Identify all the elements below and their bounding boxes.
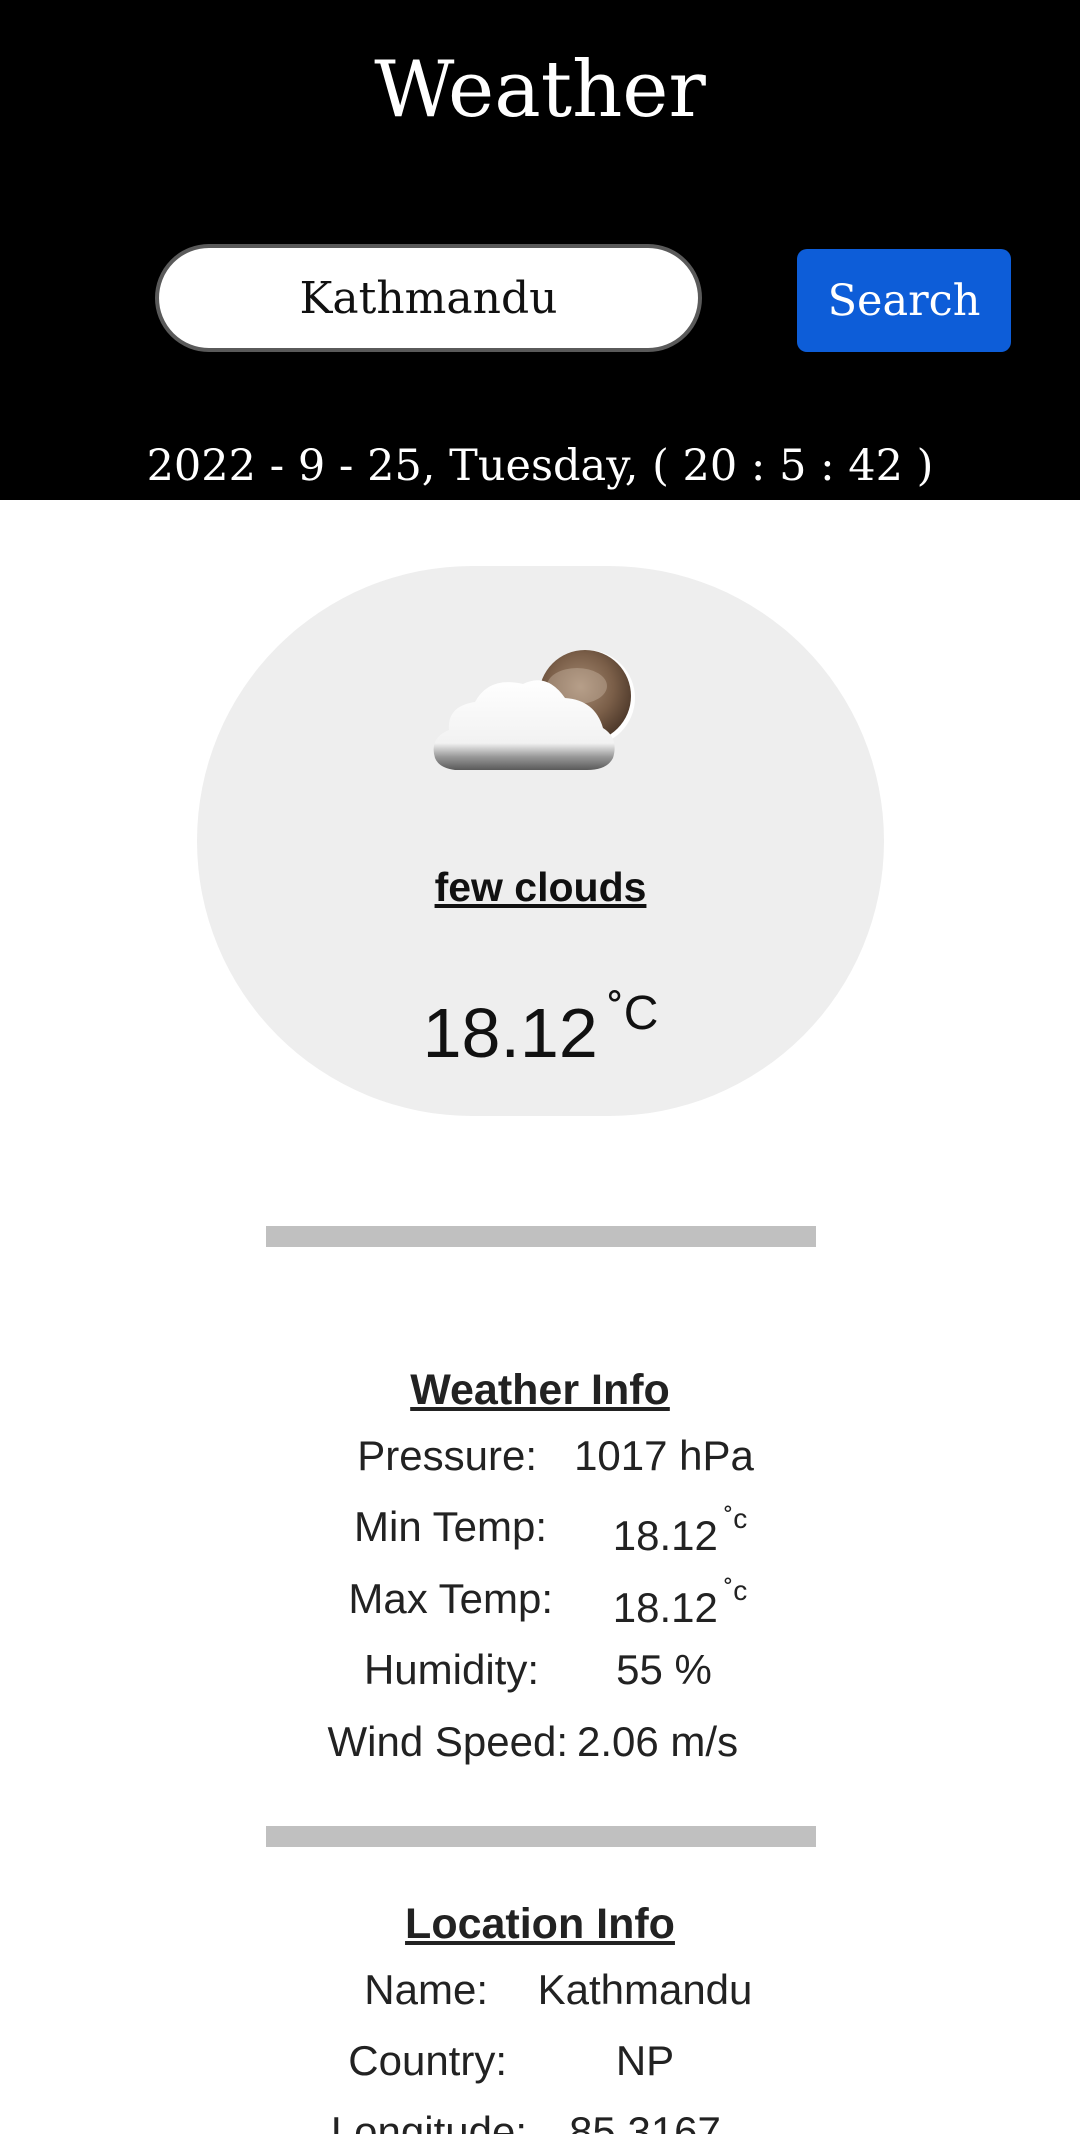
country-label: Country: [348, 2037, 507, 2084]
country-row: Country: NP [0, 2037, 1080, 2093]
min-temp-unit: ˚c [723, 1503, 748, 1534]
min-temp-label: Min Temp: [354, 1503, 547, 1550]
pressure-label: Pressure: [357, 1432, 537, 1479]
pressure-row: Pressure: 1017 hPa [0, 1432, 1080, 1488]
max-temp-row: Max Temp: 18.12 ˚c [0, 1575, 1080, 1631]
humidity-value: 55 % [616, 1646, 712, 1693]
current-datetime: 2022 - 9 - 25, Tuesday, ( 20 : 5 : 42 ) [146, 441, 934, 491]
wind-speed-label: Wind Speed: [327, 1718, 568, 1765]
location-name-label: Name: [364, 1966, 488, 2013]
city-search-input[interactable] [155, 244, 702, 352]
min-temp-row: Min Temp: 18.12 ˚c [0, 1503, 1080, 1559]
longitude-row: Longitude: 85.3167 [0, 2108, 1080, 2134]
weather-info-heading: Weather Info [410, 1366, 670, 1414]
divider [266, 1226, 816, 1247]
longitude-label: Longitude: [330, 2108, 527, 2134]
current-weather-card: few clouds 18.12 ˚C [197, 566, 884, 1116]
cloud-moon-icon [433, 650, 635, 770]
temperature-unit: ˚C [607, 987, 659, 1040]
app-title: Weather [374, 45, 706, 135]
temperature-value: 18.12 [422, 994, 598, 1072]
country-value: NP [615, 2037, 675, 2084]
weather-description: few clouds [434, 864, 647, 910]
divider [266, 1826, 816, 1847]
app-header: Weather Search 2022 - 9 - 25, Tuesday, (… [0, 0, 1080, 500]
wind-speed-value: 2.06 m/s [577, 1718, 739, 1765]
min-temp-value: 18.12 ˚c [612, 1503, 748, 1559]
location-info-heading: Location Info [405, 1900, 675, 1948]
max-temp-label: Max Temp: [348, 1575, 553, 1622]
longitude-value: 85.3167 [569, 2108, 721, 2134]
max-temp-unit: ˚c [723, 1575, 748, 1606]
search-button[interactable]: Search [797, 249, 1011, 352]
location-name-value: Kathmandu [537, 1966, 753, 2013]
humidity-label: Humidity: [363, 1646, 539, 1693]
max-temp-value: 18.12 ˚c [612, 1575, 748, 1631]
location-name-row: Name: Kathmandu [0, 1966, 1080, 2022]
humidity-row: Humidity: 55 % [0, 1646, 1080, 1702]
pressure-value: 1017 hPa [574, 1432, 754, 1479]
wind-speed-row: Wind Speed: 2.06 m/s [0, 1718, 1080, 1774]
current-temperature: 18.12 ˚C [197, 986, 884, 1073]
